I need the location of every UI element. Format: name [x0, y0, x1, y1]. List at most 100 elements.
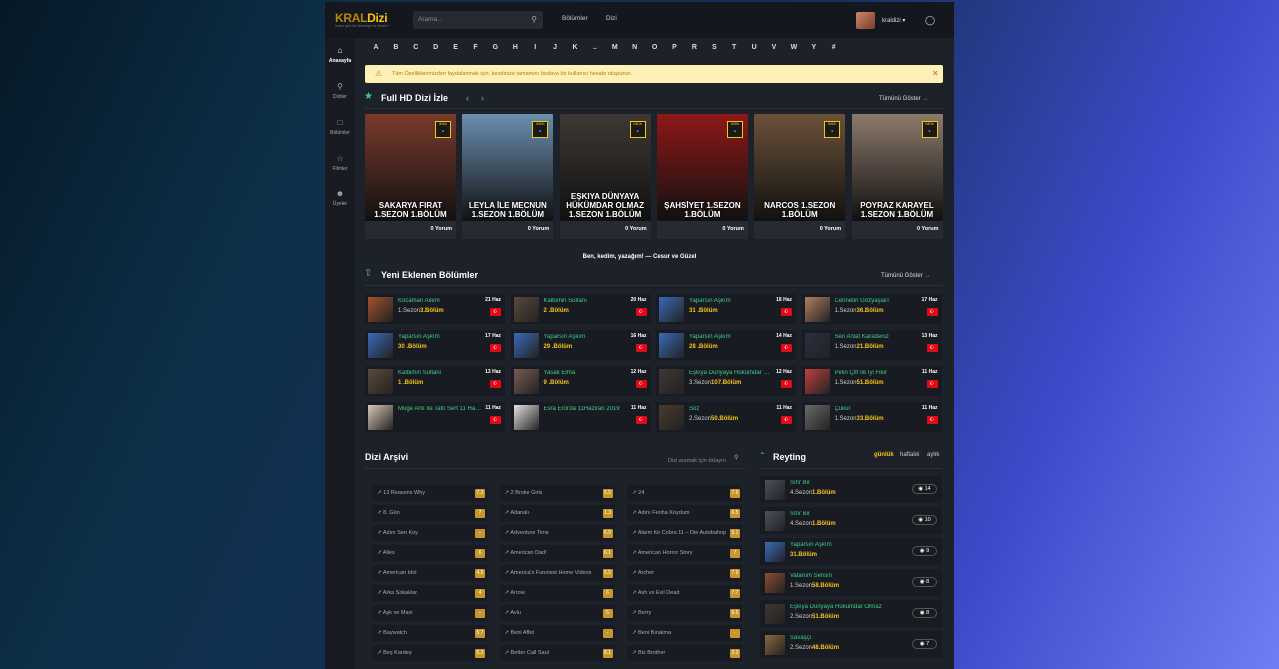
archive-item-name[interactable]: ↗ Beni Bırakma	[632, 630, 726, 636]
alphabet-letter[interactable]: I	[525, 44, 545, 51]
archive-item[interactable]: ↗ Beş Kardeş 5.3	[372, 645, 487, 661]
archive-item-name[interactable]: ↗ America's Funniest Home Videos	[505, 570, 599, 576]
episode-item[interactable]: Yasak Elma 9 .Bölüm 12 Haz ☪	[510, 366, 651, 396]
alphabet-letter[interactable]: D	[426, 44, 446, 51]
archive-item-name[interactable]: ↗ American Dad!	[505, 550, 599, 556]
episode-item[interactable]: Kalbimin Sultanı 2 .Bölüm 20 Haz ☪	[510, 294, 651, 324]
archive-item[interactable]: ↗ Better Call Saul 8.1	[499, 645, 615, 661]
alphabet-letter[interactable]: M	[605, 44, 625, 51]
nav-dizi[interactable]: Dizi	[606, 15, 617, 22]
archive-item[interactable]: ↗ American Horror Story 7	[627, 545, 742, 561]
alphabet-letter[interactable]: ..	[585, 44, 605, 51]
alphabet-letter[interactable]: U	[744, 44, 764, 51]
episode-item[interactable]: Kalbimin Sultanı 1 .Bölüm 13 Haz ☪	[365, 366, 505, 396]
episode-item[interactable]: Yaparsın Aşkım 28 .Bölüm 14 Haz ☪	[656, 330, 796, 360]
close-icon[interactable]: ×	[933, 68, 938, 78]
archive-item[interactable]: ↗ Adventure Time 6.9	[499, 525, 615, 541]
archive-item[interactable]: ↗ Berry 6.5	[627, 605, 742, 621]
episode-name[interactable]: Kalbimin Sultanı	[544, 298, 628, 304]
episode-item[interactable]: Çukur 1.Sezon33.Bölüm 11 Haz ☪	[801, 402, 942, 432]
archive-item-name[interactable]: ↗ 24	[632, 490, 726, 496]
archive-item[interactable]: ↗ Biz Brother 2.3	[627, 645, 742, 661]
episode-item[interactable]: Yaparsın Aşkım 29 .Bölüm 16 Haz ☪	[510, 330, 651, 360]
archive-item[interactable]: ↗ Adanalı 1.3	[499, 505, 615, 521]
archive-item[interactable]: ↗ 24 7.6	[627, 485, 742, 501]
archive-item-name[interactable]: ↗ Beş Kardeş	[377, 650, 471, 656]
alphabet-letter[interactable]: E	[446, 44, 466, 51]
tab-gunluk[interactable]: günlük	[874, 452, 894, 458]
archive-item[interactable]: ↗ Arrow 6	[499, 585, 615, 601]
rating-item-name[interactable]: Sıfır Bir	[790, 480, 910, 486]
archive-item-name[interactable]: ↗ Ash vs Evil Dead	[632, 590, 726, 596]
archive-item[interactable]: ↗ Beni Bırakma -	[627, 625, 742, 641]
alphabet-letter[interactable]: S	[704, 44, 724, 51]
username-dropdown[interactable]: kraldizi ▾	[882, 17, 905, 24]
archive-item-name[interactable]: ↗ Better Call Saul	[505, 650, 599, 656]
poster-card[interactable]: SAKARYA FIRAT 1.SEZON 1.BÖLÜM IMDb -	[365, 114, 456, 221]
sidebar-item-bolumler[interactable]: □ Bölümler	[325, 118, 355, 136]
episode-name[interactable]: Söz	[689, 406, 773, 412]
poster-comments[interactable]: 0 Yorum	[431, 226, 453, 232]
alphabet-letter[interactable]: P	[665, 44, 685, 51]
alphabet-letter[interactable]: A	[366, 44, 386, 51]
archive-item[interactable]: ↗ 13 Reasons Why 7.3	[372, 485, 487, 501]
archive-item-name[interactable]: ↗ Archer	[632, 570, 726, 576]
alphabet-letter[interactable]: O	[645, 44, 665, 51]
archive-item[interactable]: ↗ Alarm für Cobra 11 – Die Autobahnpoliz…	[627, 525, 742, 541]
archive-item-name[interactable]: ↗ Arka Sokaklar	[377, 590, 471, 596]
archive-item[interactable]: ↗ 8. Gün 7	[372, 505, 487, 521]
chevron-right-icon[interactable]: ›	[481, 93, 484, 103]
new-episodes-show-all[interactable]: Tümünü Göster →	[881, 273, 930, 279]
archive-search-input[interactable]: Dizi aramak için tıklayın	[668, 458, 726, 464]
archive-item[interactable]: ↗ American Dad! 6.1	[499, 545, 615, 561]
archive-item[interactable]: ↗ Adını Feriha Koydum 6.5	[627, 505, 742, 521]
episode-name[interactable]: Yasak Elma	[544, 370, 628, 376]
archive-item-name[interactable]: ↗ 13 Reasons Why	[377, 490, 471, 496]
poster-comments[interactable]: 0 Yorum	[625, 226, 647, 232]
archive-item-name[interactable]: ↗ Avlu	[505, 610, 599, 616]
alphabet-letter[interactable]: F	[466, 44, 486, 51]
episode-item[interactable]: Müge Anlı İle Tatlı Sert 11 Haziran 11 Ha…	[365, 402, 505, 432]
episode-item[interactable]: Sen Anlat Karadeniz 1.Sezon21.Bölüm 13 Haz…	[801, 330, 942, 360]
episode-name[interactable]: Kocaman Ailem	[398, 298, 482, 304]
alphabet-letter[interactable]: H	[505, 44, 525, 51]
alphabet-letter[interactable]: J	[545, 44, 565, 51]
archive-item-name[interactable]: ↗ Adını Sen Koy	[377, 530, 471, 536]
archive-item-name[interactable]: ↗ Biz Brother	[632, 650, 726, 656]
rating-item-name[interactable]: Sıfır Bir	[790, 511, 910, 517]
archive-item-name[interactable]: ↗ Arrow	[505, 590, 599, 596]
archive-item[interactable]: ↗ America's Funniest Home Videos 5.5	[499, 565, 615, 581]
poster-card[interactable]: POYRAZ KARAYEL 1.SEZON 1.BÖLÜM IMDb -	[851, 114, 943, 221]
rating-item-name[interactable]: Eşkıya Dünyaya Hükümdar Olmaz	[790, 604, 910, 610]
episode-name[interactable]: Esra Erol'da 11Haziran 2019	[544, 406, 628, 412]
episode-name[interactable]: Yaparsın Aşkım	[544, 334, 628, 340]
sidebar-item-diziler[interactable]: ⚲ Diziler	[325, 82, 355, 100]
nav-bolumler[interactable]: Bölümler	[562, 15, 588, 22]
archive-item[interactable]: ↗ Archer 7.9	[627, 565, 742, 581]
alphabet-letter[interactable]: Y	[804, 44, 824, 51]
rating-item-name[interactable]: Vatanım Sensin	[790, 573, 910, 579]
archive-item-name[interactable]: ↗ Beni Affet	[505, 630, 599, 636]
episode-item[interactable]: Yaparsın Aşkım 31 .Bölüm 18 Haz ☪	[656, 294, 796, 324]
poster-comments[interactable]: 0 Yorum	[722, 226, 744, 232]
archive-item[interactable]: ↗ Alles 6	[372, 545, 487, 561]
alphabet-letter[interactable]: K	[565, 44, 585, 51]
fullhd-show-all[interactable]: Tümünü Göster →	[879, 96, 928, 102]
episode-item[interactable]: Esra Erol'da 11Haziran 2019 11 Haz ☪	[510, 402, 651, 432]
episode-item[interactable]: Pelin Çift ile İyi Fikir 1.Sezon51.Bölüm 1…	[801, 366, 942, 396]
tab-aylik[interactable]: aylık	[927, 452, 939, 458]
alphabet-letter[interactable]: R	[684, 44, 704, 51]
archive-item-name[interactable]: ↗ 8. Gün	[377, 510, 471, 516]
poster-comments[interactable]: 0 Yorum	[917, 226, 939, 232]
episode-name[interactable]: Yaparsın Aşkım	[398, 334, 482, 340]
alphabet-letter[interactable]: T	[724, 44, 744, 51]
episode-name[interactable]: Yaparsın Aşkım	[689, 334, 773, 340]
episode-name[interactable]: Çukur	[835, 406, 919, 412]
poster-card[interactable]: LEYLA İLE MECNUN 1.SEZON 1.BÖLÜM IMDb -	[462, 114, 554, 221]
archive-item-name[interactable]: ↗ Berry	[632, 610, 726, 616]
rating-item-name[interactable]: Savaşçı	[790, 635, 910, 641]
archive-item-name[interactable]: ↗ Adanalı	[505, 510, 599, 516]
rating-item[interactable]: Vatanım Sensin 1.Sezon58.Bölüm ◉ 8	[760, 569, 942, 596]
archive-item-name[interactable]: ↗ Alarm für Cobra 11 – Die Autobahnpoliz…	[632, 530, 726, 536]
episode-item[interactable]: Eşkıya Dünyaya Hükümdar Olmaz 3.Sezon107.…	[656, 366, 796, 396]
